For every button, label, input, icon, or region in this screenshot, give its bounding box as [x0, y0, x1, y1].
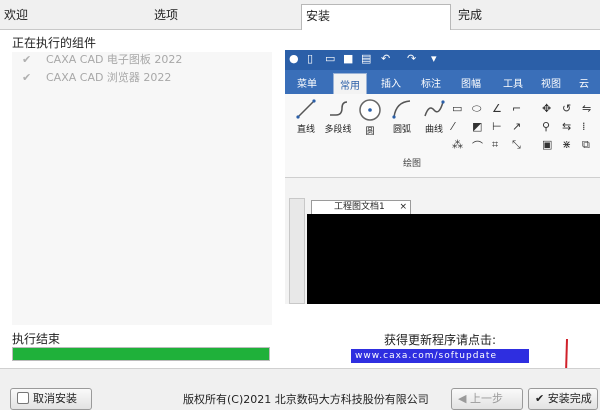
pen-icon: ⁄ [452, 120, 454, 133]
print-icon: ▤ [361, 52, 372, 65]
back-arrow-icon: ◀ [458, 392, 470, 405]
ribbon-group-label: 绘图 [403, 159, 422, 169]
tool-label: 直线 [296, 125, 315, 135]
break-icon: ⌐ [512, 102, 522, 115]
move-icon: ✥ [542, 102, 552, 115]
document-tab: 工程图文档1 × [311, 200, 411, 214]
copy-icon: ⧉ [582, 138, 590, 151]
install-panel: 正在执行的组件 ✔ CAXA CAD 电子图板 2022 ✔ CAXA CAD 浏览… [0, 30, 600, 368]
component-item: ✔ CAXA CAD 浏览器 2022 [22, 70, 171, 86]
rectangle-icon: ▭ [452, 102, 463, 115]
hatch-icon: ◩ [472, 120, 483, 133]
save-icon: ■ [343, 52, 354, 65]
components-title: 正在执行的组件 [12, 36, 97, 50]
close-icon: × [399, 202, 407, 212]
link-icon: ⚲ [542, 120, 551, 133]
block-icon: ▣ [542, 138, 553, 151]
check-icon: ✔ [22, 53, 32, 66]
tool-label: 曲线 [424, 125, 443, 135]
ribbon-tab-tools: 工具 [503, 79, 523, 90]
cancel-label: 取消安装 [33, 392, 77, 405]
finish-install-button[interactable]: ✔ 安装完成 [528, 388, 598, 410]
undo-icon: ↶ [381, 52, 391, 65]
tool-curve: 曲线 [419, 94, 449, 135]
wizard-tab-bar: 欢迎 选项 安装 完成 [0, 0, 600, 31]
component-item: ✔ CAXA CAD 电子图板 2022 [22, 52, 182, 68]
point-icon: ⁂ [452, 138, 463, 151]
update-link-text[interactable]: www.caxa.com/softupdate [355, 351, 497, 361]
app-logo-icon: ● [289, 52, 299, 65]
ribbon-body: 直线 多段线 圆 圆弧 曲线 绘图 ▭ ⬭ ∠ ⌐ ✥ ↺ ⇋ ⁄ ◩ ⊢ ↗ … [285, 94, 600, 178]
drawing-canvas [307, 214, 600, 304]
product-preview-image: ● ▯ ▭ ■ ▤ ↶ ↷ ▾ 菜单 常用 插入 标注 图幅 工具 视图 云 直… [285, 50, 600, 304]
redo-icon: ↷ [407, 52, 417, 65]
angle-icon: ∠ [492, 102, 502, 115]
previous-label: 上一步 [469, 392, 503, 405]
tab-install[interactable]: 安装 [301, 4, 451, 31]
arc-icon [392, 100, 411, 119]
tab-options[interactable]: 选项 [150, 4, 178, 28]
quick-access-toolbar: ● ▯ ▭ ■ ▤ ↶ ↷ ▾ [285, 50, 600, 70]
ribbon-tab-annotate: 标注 [421, 79, 441, 90]
array-icon: ⁞ [582, 120, 586, 133]
finish-label: 安装完成 [547, 392, 592, 405]
rotate-icon: ↺ [562, 102, 572, 115]
components-list [12, 52, 272, 325]
tab-welcome[interactable]: 欢迎 [0, 4, 28, 28]
component-label: CAXA CAD 电子图板 2022 [46, 53, 183, 66]
tool-label: 圆弧 [392, 125, 411, 135]
grid-icon: ⌗ [492, 138, 499, 151]
new-icon: ▯ [307, 52, 314, 65]
check-icon: ✔ [22, 71, 32, 84]
document-tab-label: 工程图文档1 [334, 202, 385, 212]
trim-icon: ⊢ [492, 120, 502, 133]
open-icon: ▭ [325, 52, 336, 65]
mirror-icon: ⇋ [582, 102, 592, 115]
update-hint: 获得更新程序请点击: [384, 333, 497, 347]
tool-arc: 圆弧 [387, 94, 417, 135]
ribbon-tab-common: 常用 [333, 73, 367, 94]
cancel-install-button[interactable]: 取消安装 [10, 388, 92, 410]
side-panel-strip [289, 198, 305, 304]
line-icon [296, 99, 316, 119]
ribbon-tabs: 菜单 常用 插入 标注 图幅 工具 视图 云 [285, 70, 600, 94]
update-link[interactable]: www.caxa.com/softupdate [351, 349, 529, 363]
previous-button[interactable]: ◀ 上一步 [451, 388, 523, 410]
copyright-text: 版权所有(C)2021 北京数码大方科技股份有限公司 [183, 393, 429, 406]
circle-icon [359, 99, 381, 121]
cancel-icon [17, 392, 29, 404]
scale-icon: ⤡ [512, 138, 521, 151]
extend-icon: ↗ [512, 120, 522, 133]
tool-circle: 圆 [355, 94, 385, 137]
explode-icon: ⋇ [562, 138, 572, 151]
ribbon-tab-menu: 菜单 [297, 79, 317, 90]
polyline-icon [330, 101, 348, 116]
ribbon-tab-insert: 插入 [381, 79, 401, 90]
ribbon-tab-cloud: 云 [579, 79, 589, 90]
tab-finish[interactable]: 完成 [454, 4, 482, 28]
tool-line: 直线 [291, 94, 321, 135]
tool-polyline: 多段线 [323, 94, 353, 135]
footer-bar: 取消安装 版权所有(C)2021 北京数码大方科技股份有限公司 ◀ 上一步 ✔ … [0, 368, 600, 410]
fillet-icon: ⌒ [472, 140, 483, 153]
small-tools-grid: ▭ ⬭ ∠ ⌐ ✥ ↺ ⇋ ⁄ ◩ ⊢ ↗ ⚲ ⇆ ⁞ ⁂ ⌒ ⌗ ⤡ ▣ ⋇ [450, 102, 600, 162]
offset-icon: ⇆ [562, 120, 572, 133]
check-icon: ✔ [535, 392, 548, 405]
ellipse-icon: ⬭ [472, 102, 482, 115]
tool-label: 圆 [365, 127, 375, 137]
progress-bar [12, 347, 270, 361]
ribbon-tab-view: 视图 [541, 79, 561, 90]
tool-label: 多段线 [324, 125, 352, 135]
progress-fill [13, 348, 269, 360]
status-label: 执行结束 [12, 332, 61, 346]
component-label: CAXA CAD 浏览器 2022 [46, 71, 172, 84]
curve-icon [424, 100, 445, 117]
ribbon-tab-frame: 图幅 [461, 79, 481, 90]
chevron-down-icon: ▾ [431, 52, 437, 65]
